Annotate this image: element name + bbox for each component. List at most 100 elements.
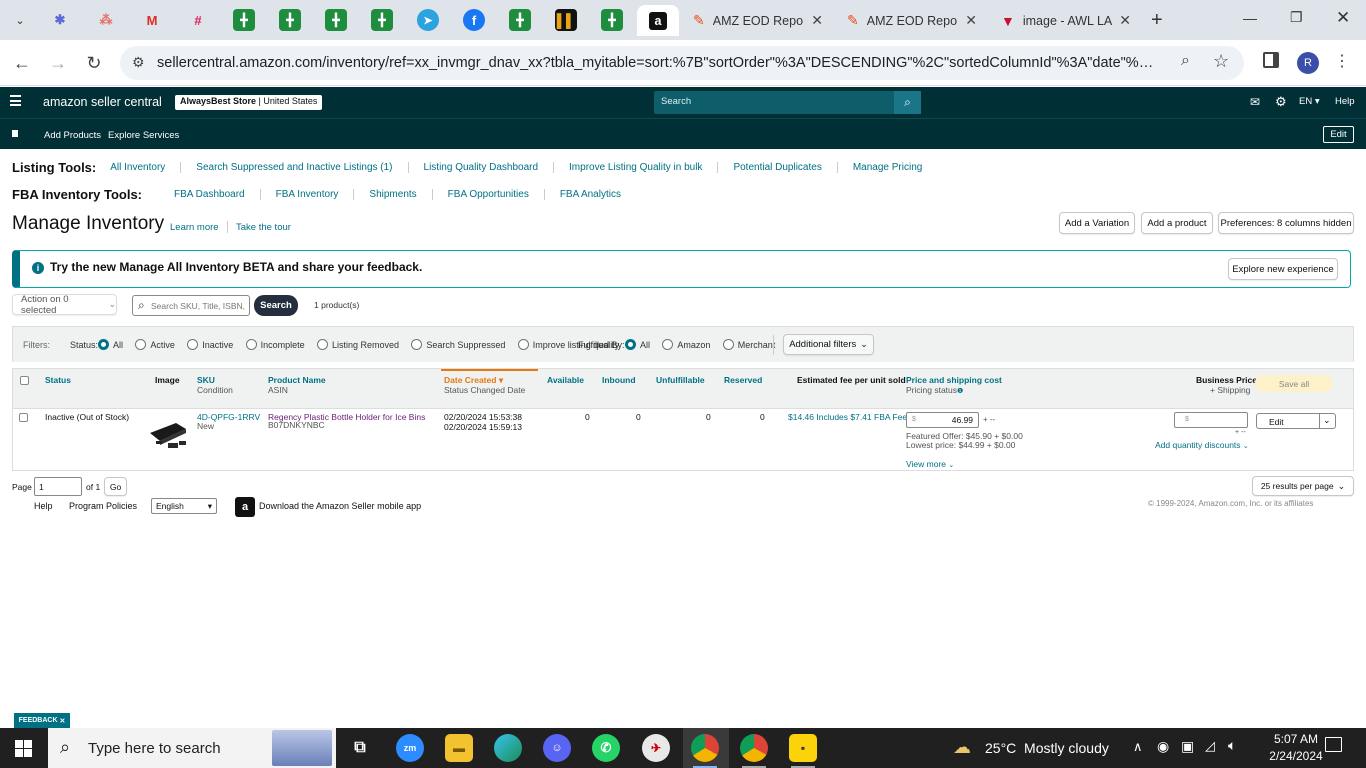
explore-new-experience-button[interactable]: Explore new experience xyxy=(1228,258,1338,280)
edge-icon[interactable] xyxy=(494,734,522,762)
app-icon[interactable]: ▌▌ xyxy=(555,9,577,31)
sticky-notes-icon[interactable]: ▪ xyxy=(789,734,817,762)
header-search[interactable]: Search ⌕ xyxy=(654,91,921,114)
fulfilled-all-radio[interactable]: All xyxy=(625,337,650,351)
status-search-suppressed-radio[interactable]: Search Suppressed xyxy=(411,337,505,351)
col-reserved[interactable]: Reserved xyxy=(724,375,762,385)
taskbar-search-box[interactable]: ⌕ Type here to search xyxy=(48,728,336,768)
gmail-icon[interactable]: M xyxy=(141,9,163,31)
bookmark-star-icon[interactable]: ☆ xyxy=(1213,51,1229,72)
clock-date[interactable]: 2/24/2024 xyxy=(1266,749,1326,763)
add-product-button[interactable]: Add a product xyxy=(1141,212,1213,234)
weather-text[interactable]: 25°C Mostly cloudy xyxy=(985,740,1109,756)
new-tab-button[interactable]: + xyxy=(1151,9,1163,32)
url-text[interactable]: sellercentral.amazon.com/inventory/ref=x… xyxy=(157,55,1157,71)
bookmark-icon[interactable] xyxy=(12,130,18,137)
back-button[interactable]: ← xyxy=(9,50,35,76)
learn-more-link[interactable]: Learn more xyxy=(170,222,219,233)
sheets-icon[interactable]: ╋ xyxy=(601,9,623,31)
tab-image-awl[interactable]: ▼ image - AWL LA ✕ xyxy=(991,5,1141,36)
take-tour-link[interactable]: Take the tour xyxy=(236,222,291,233)
fba-dashboard-link[interactable]: FBA Dashboard xyxy=(159,189,261,200)
manage-pricing-link[interactable]: Manage Pricing xyxy=(838,162,937,173)
reload-button[interactable]: ↻ xyxy=(81,50,107,76)
listing-quality-dashboard-link[interactable]: Listing Quality Dashboard xyxy=(409,162,555,173)
improve-listing-quality-link[interactable]: Improve Listing Quality in bulk xyxy=(554,162,719,173)
notion-icon[interactable]: ✱ xyxy=(49,9,71,31)
asana-icon[interactable]: ⁂ xyxy=(95,9,117,31)
row-checkbox[interactable] xyxy=(19,413,28,422)
chevron-down-icon[interactable]: ⌄ xyxy=(1323,415,1331,426)
telegram-icon[interactable]: ➤ xyxy=(417,9,439,31)
menu-icon[interactable]: ⋮ xyxy=(1334,51,1350,71)
footer-help-link[interactable]: Help xyxy=(34,501,53,511)
go-button[interactable]: Go xyxy=(104,477,127,496)
site-settings-icon[interactable]: ⚙ xyxy=(132,54,145,71)
help-link[interactable]: Help xyxy=(1335,96,1355,107)
fba-analytics-link[interactable]: FBA Analytics xyxy=(545,189,636,200)
network-icon[interactable]: ◿ xyxy=(1205,738,1215,754)
close-window-button[interactable]: ✕ xyxy=(1336,8,1350,28)
col-available[interactable]: Available xyxy=(547,375,584,385)
fba-opportunities-link[interactable]: FBA Opportunities xyxy=(433,189,545,200)
status-inactive-radio[interactable]: Inactive xyxy=(187,337,233,351)
sheets-icon[interactable]: ╋ xyxy=(325,9,347,31)
fulfilled-amazon-radio[interactable]: Amazon xyxy=(662,337,710,351)
save-all-button[interactable]: Save all xyxy=(1255,375,1333,392)
minimize-button[interactable]: — xyxy=(1243,10,1257,26)
tab-search-icon[interactable]: ⌄ xyxy=(8,9,32,31)
view-more-link[interactable]: View more ⌄ xyxy=(906,459,954,469)
tab-amazon-active[interactable]: a xyxy=(637,5,679,36)
business-price-input[interactable]: $ xyxy=(1174,412,1248,428)
explore-services-link[interactable]: Explore Services xyxy=(108,130,179,141)
chevron-up-icon[interactable]: ∧ xyxy=(1133,739,1143,755)
seller-central-logo[interactable]: amazon seller central xyxy=(43,95,162,109)
file-explorer-icon[interactable]: ▬ xyxy=(445,734,473,762)
status-listing-removed-radio[interactable]: Listing Removed xyxy=(316,337,399,351)
weather-icon[interactable]: ☁ xyxy=(953,737,971,758)
close-icon[interactable]: ✕ xyxy=(811,12,823,29)
fba-inventory-link[interactable]: FBA Inventory xyxy=(261,189,355,200)
search-button[interactable]: Search xyxy=(254,295,298,316)
maximize-button[interactable]: ❐ xyxy=(1290,9,1303,26)
sheets-icon[interactable]: ╋ xyxy=(233,9,255,31)
record-icon[interactable]: ◉ xyxy=(1157,738,1169,755)
profile-avatar[interactable]: R xyxy=(1297,52,1319,74)
chrome-icon[interactable] xyxy=(740,734,768,762)
camera-icon[interactable]: ▣ xyxy=(1181,738,1194,755)
add-products-link[interactable]: Add Products xyxy=(44,130,101,141)
chrome-icon[interactable] xyxy=(691,734,719,762)
shipments-link[interactable]: Shipments xyxy=(354,189,433,200)
notification-icon[interactable] xyxy=(1325,737,1342,752)
edit-label[interactable]: Edit xyxy=(1269,417,1284,427)
tab-amz-eod-report-1[interactable]: ✎ AMZ EOD Repo ✕ xyxy=(683,5,833,36)
inventory-search-box[interactable]: ⌕ Search SKU, Title, ISBN, xyxy=(132,295,250,316)
search-icon[interactable]: ⌕ xyxy=(894,91,921,114)
col-price-shipping[interactable]: Price and shipping cost xyxy=(906,375,1002,385)
header-search-input[interactable]: Search xyxy=(661,96,691,107)
status-all-radio[interactable]: All xyxy=(98,337,123,351)
footer-language-select[interactable]: English ▾ xyxy=(151,498,217,514)
whatsapp-icon[interactable]: ✆ xyxy=(592,734,620,762)
results-per-page-select[interactable]: 25 results per page ⌄ xyxy=(1252,476,1354,496)
price-input[interactable]: $ 46.99 xyxy=(906,412,979,428)
status-incomplete-radio[interactable]: Incomplete xyxy=(245,337,305,351)
close-icon[interactable]: ✕ xyxy=(965,12,977,29)
suppressed-listings-link[interactable]: Search Suppressed and Inactive Listings … xyxy=(181,162,409,173)
col-product-name[interactable]: Product Name xyxy=(268,375,326,385)
fulfilled-merchant-radio[interactable]: Merchant xyxy=(722,337,775,351)
side-panel-icon[interactable] xyxy=(1263,52,1279,68)
volume-icon[interactable]: 🔈︎ xyxy=(1228,737,1236,754)
settings-gear-icon[interactable]: ⚙ xyxy=(1275,94,1287,110)
store-switcher[interactable]: AlwaysBest Store | United States xyxy=(175,95,323,110)
bulk-action-dropdown[interactable]: Action on 0 selected ⌄ xyxy=(12,294,117,316)
feedback-tab[interactable]: FEEDBACK ✕ xyxy=(14,713,70,728)
windows-start-icon[interactable] xyxy=(15,740,32,757)
info-icon[interactable]: ❶ xyxy=(957,388,963,395)
row-est-fee[interactable]: $14.46 Includes $7.41 FBA Fee xyxy=(788,412,907,422)
page-number-input[interactable]: 1 xyxy=(34,477,82,496)
close-icon[interactable]: ✕ xyxy=(59,717,65,725)
sheets-icon[interactable]: ╋ xyxy=(371,9,393,31)
amazon-app-icon[interactable]: a xyxy=(235,497,255,517)
discord-icon[interactable]: ☺ xyxy=(543,734,571,762)
